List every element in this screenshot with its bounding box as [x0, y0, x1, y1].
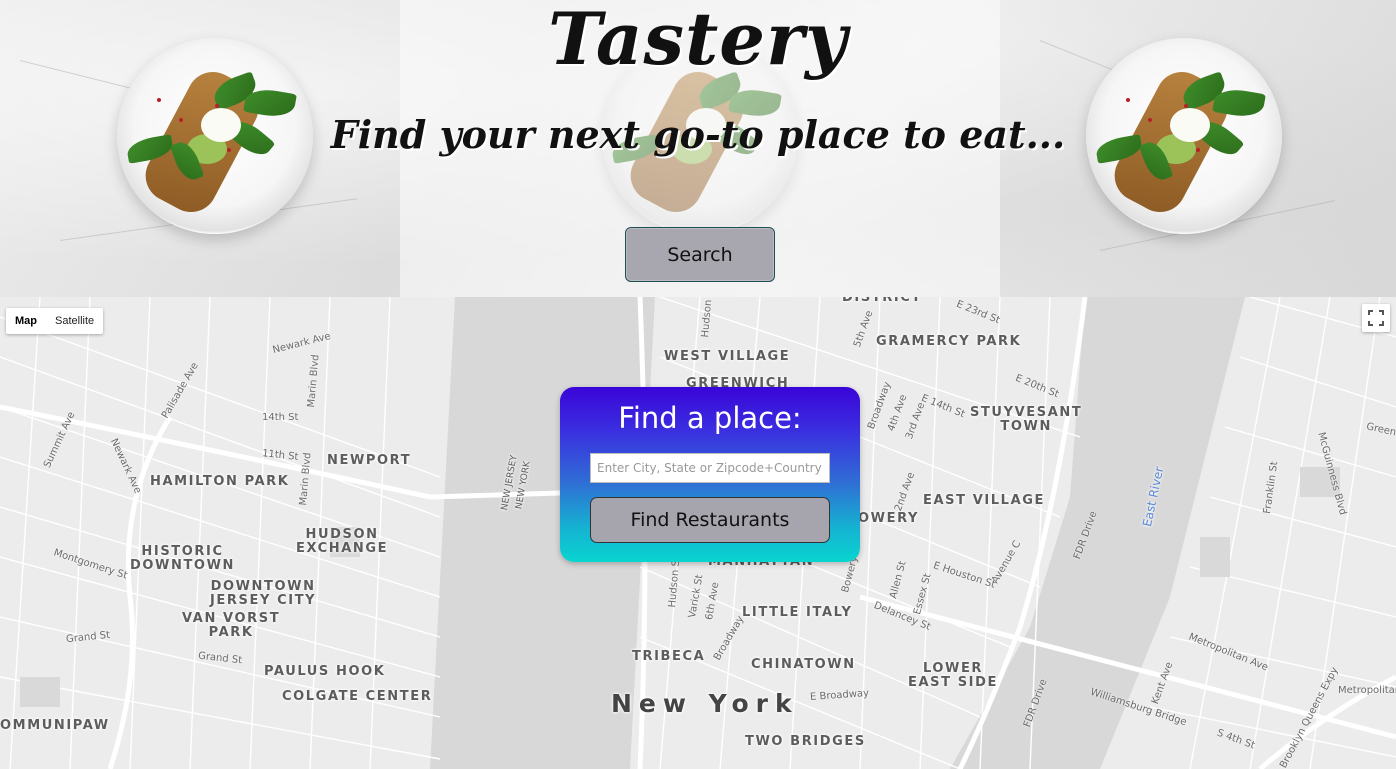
find-restaurants-button[interactable]: Find Restaurants	[590, 497, 830, 543]
street-label: Metropolitan	[1338, 685, 1396, 696]
map-label: OMMUNIPAW	[0, 718, 110, 733]
map-label: EAST VILLAGE	[923, 493, 1045, 508]
search-button[interactable]: Search	[625, 227, 775, 282]
map-label: COLGATE CENTER	[282, 689, 433, 704]
map-label: DISTRICT	[842, 297, 922, 305]
map-label: WEST VILLAGE	[664, 349, 791, 364]
map-label: HUDSON EXCHANGE	[296, 527, 389, 556]
map-label: NEWPORT	[327, 453, 412, 468]
map-label: LOWER EAST SIDE	[908, 661, 998, 690]
site-tagline: Find your next go-to place to eat...	[330, 112, 1066, 157]
location-search-input[interactable]	[590, 453, 830, 483]
map-label: GRAMERCY PARK	[876, 334, 1022, 349]
map-label: OWERY	[858, 511, 919, 526]
street-label: 14th St	[262, 412, 299, 423]
map-label: HAMILTON PARK	[150, 474, 290, 489]
map-label: DOWNTOWN JERSEY CITY	[210, 579, 317, 608]
hero-banner: Tastery Find your next go-to place to ea…	[0, 0, 1396, 297]
map-label: VAN VORST PARK	[182, 611, 281, 640]
map-label: STUYVESANT TOWN	[970, 405, 1083, 434]
map-label: CHINATOWN	[751, 657, 856, 672]
map-label-new-york: New York	[611, 689, 799, 718]
map-label: LITTLE ITALY	[742, 605, 853, 620]
find-place-panel: Find a place: Find Restaurants	[560, 387, 860, 562]
map-type-map-option[interactable]: Map	[6, 308, 46, 334]
map-type-control: Map Satellite	[6, 308, 104, 334]
fullscreen-icon	[1368, 310, 1384, 326]
fullscreen-button[interactable]	[1362, 304, 1390, 332]
find-place-title: Find a place:	[618, 401, 802, 435]
map-label: PAULUS HOOK	[264, 664, 386, 679]
map-type-satellite-option[interactable]: Satellite	[46, 308, 103, 334]
site-title: Tastery	[548, 0, 848, 81]
map-label: HISTORIC DOWNTOWN	[130, 544, 235, 573]
map-label: TWO BRIDGES	[745, 734, 866, 749]
map-label: TRIBECA	[632, 649, 706, 664]
